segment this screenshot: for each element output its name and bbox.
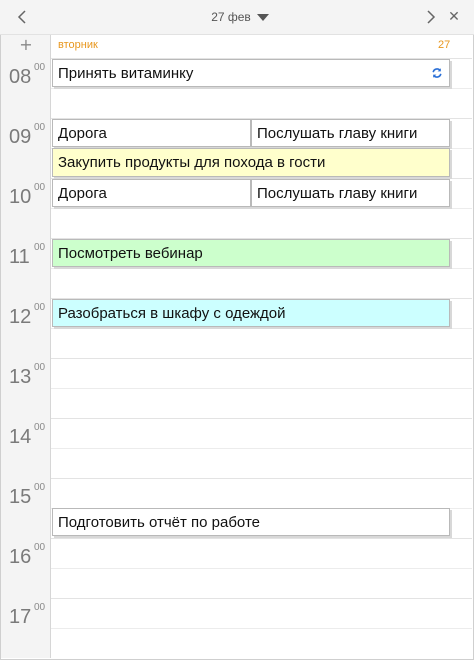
grid-line (51, 388, 472, 389)
grid-line (51, 478, 472, 479)
hour-number: 14 (9, 426, 32, 448)
grid-line (51, 328, 472, 329)
grid-line (51, 628, 472, 629)
date-picker-button[interactable]: 27 фев (190, 8, 290, 26)
day-name: вторник (58, 39, 98, 51)
event-title: Подготовить отчёт по работе (58, 513, 260, 531)
hour-minutes: 00 (34, 122, 46, 133)
event-commute[interactable]: Дорога (52, 179, 251, 207)
grid-line (51, 418, 472, 419)
hour-minutes: 00 (34, 542, 46, 553)
hour-label: 16 00 (9, 542, 49, 576)
event-title: Разобраться в шкафу с одеждой (58, 304, 286, 322)
event-title: Послушать главу книги (257, 124, 418, 142)
hour-minutes: 00 (34, 602, 46, 613)
hour-label: 12 00 (9, 302, 49, 336)
day-number: 27 (438, 39, 451, 51)
chevron-right-icon (426, 10, 435, 24)
hour-number: 13 (9, 366, 32, 388)
previous-day-button[interactable] (12, 7, 30, 27)
hour-number: 08 (9, 66, 32, 88)
event-title: Дорога (58, 184, 107, 202)
close-button[interactable]: ✕ (446, 7, 462, 27)
add-event-button[interactable]: + (14, 37, 38, 53)
event-title: Принять витаминку (58, 64, 194, 82)
grid-line (51, 598, 472, 599)
event-commute[interactable]: Дорога (52, 119, 251, 147)
hour-number: 12 (9, 306, 32, 328)
hour-label: 13 00 (9, 362, 49, 396)
event-title: Посмотреть вебинар (58, 244, 203, 262)
close-icon: ✕ (448, 9, 460, 25)
hour-number: 16 (9, 546, 32, 568)
event-listen-book-chapter[interactable]: Послушать главу книги (251, 119, 450, 147)
grid-line (51, 268, 472, 269)
hour-label: 15 00 (9, 482, 49, 516)
hour-number: 10 (9, 186, 32, 208)
hour-label: 14 00 (9, 422, 49, 456)
hour-number: 17 (9, 606, 32, 628)
chevron-left-icon (17, 10, 26, 24)
event-take-vitamin[interactable]: Принять витаминку (52, 59, 450, 87)
event-prepare-report[interactable]: Подготовить отчёт по работе (52, 508, 450, 536)
grid-line (51, 88, 472, 89)
recurring-icon (432, 68, 442, 78)
hour-minutes: 00 (34, 422, 46, 433)
event-sort-wardrobe[interactable]: Разобраться в шкафу с одеждой (52, 299, 450, 327)
grid-line (51, 538, 472, 539)
toolbar: 27 фев ✕ (0, 0, 474, 35)
hour-label: 11 00 (9, 242, 49, 276)
plus-icon: + (19, 35, 33, 54)
event-title: Дорога (58, 124, 107, 142)
grid-line (51, 358, 472, 359)
hour-label: 10 00 (9, 182, 49, 216)
event-title: Послушать главу книги (257, 184, 418, 202)
hour-minutes: 00 (34, 362, 46, 373)
hour-number: 11 (9, 246, 30, 268)
event-watch-webinar[interactable]: Посмотреть вебинар (52, 239, 450, 267)
hour-minutes: 00 (34, 302, 46, 313)
hour-minutes: 00 (34, 242, 46, 253)
hour-minutes: 00 (34, 482, 46, 493)
event-buy-groceries[interactable]: Закупить продукты для похода в гости (52, 148, 450, 177)
hour-minutes: 00 (34, 182, 46, 193)
hour-minutes: 00 (34, 62, 46, 73)
event-title: Закупить продукты для похода в гости (58, 154, 326, 171)
hour-number: 15 (9, 486, 32, 508)
hour-label: 08 00 (9, 62, 49, 96)
event-listen-book-chapter[interactable]: Послушать главу книги (251, 179, 450, 207)
grid-line (51, 208, 472, 209)
hour-number: 09 (9, 126, 32, 148)
hour-label: 09 00 (9, 122, 49, 156)
grid-line (51, 568, 472, 569)
current-date-label: 27 фев (211, 10, 251, 24)
caret-down-icon (256, 13, 269, 21)
hour-label: 17 00 (9, 602, 49, 636)
next-day-button[interactable] (422, 7, 440, 27)
grid-line (51, 448, 472, 449)
